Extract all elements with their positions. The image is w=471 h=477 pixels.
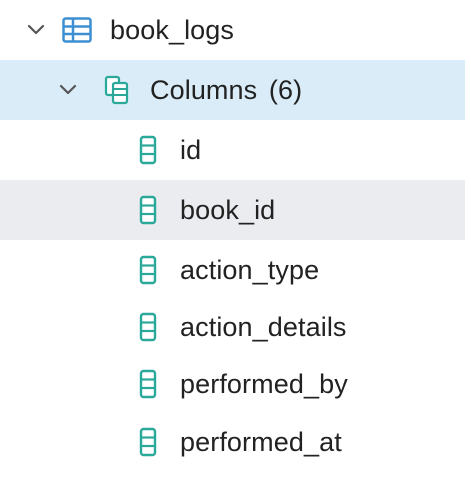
tree-node-column-performed-at[interactable]: performed_at	[0, 412, 465, 472]
column-name: performed_at	[180, 426, 342, 457]
tree-node-column-book-id[interactable]: book_id	[0, 180, 465, 240]
column-name: action_type	[180, 254, 320, 285]
column-name: book_id	[180, 194, 276, 225]
column-icon	[138, 255, 158, 285]
tree-node-column-id[interactable]: id	[0, 120, 465, 180]
table-name: book_logs	[110, 14, 234, 45]
tree-node-column-performed-by[interactable]: performed_by	[0, 354, 465, 414]
column-icon	[138, 312, 158, 342]
column-icon	[138, 135, 158, 165]
columns-count: (6)	[268, 74, 303, 105]
columns-group-text: Columns	[150, 74, 258, 105]
column-name: id	[180, 134, 202, 165]
column-name: performed_by	[180, 368, 348, 399]
tree-node-table[interactable]: book_logs	[0, 0, 465, 60]
column-name: action_details	[180, 311, 347, 342]
column-icon	[138, 427, 158, 457]
columns-group-label: Columns (6)	[150, 74, 303, 105]
database-tree: book_logs Columns (6) id book_id action_…	[0, 0, 471, 477]
columns-group-icon	[104, 75, 130, 105]
tree-node-column-action-type[interactable]: action_type	[0, 240, 465, 300]
chevron-down-icon[interactable]	[57, 79, 79, 101]
table-icon	[62, 17, 92, 43]
tree-node-columns-group[interactable]: Columns (6)	[0, 60, 465, 120]
column-icon	[138, 369, 158, 399]
chevron-down-icon[interactable]	[25, 19, 47, 41]
column-icon	[138, 195, 158, 225]
tree-node-column-action-details[interactable]: action_details	[0, 297, 465, 357]
